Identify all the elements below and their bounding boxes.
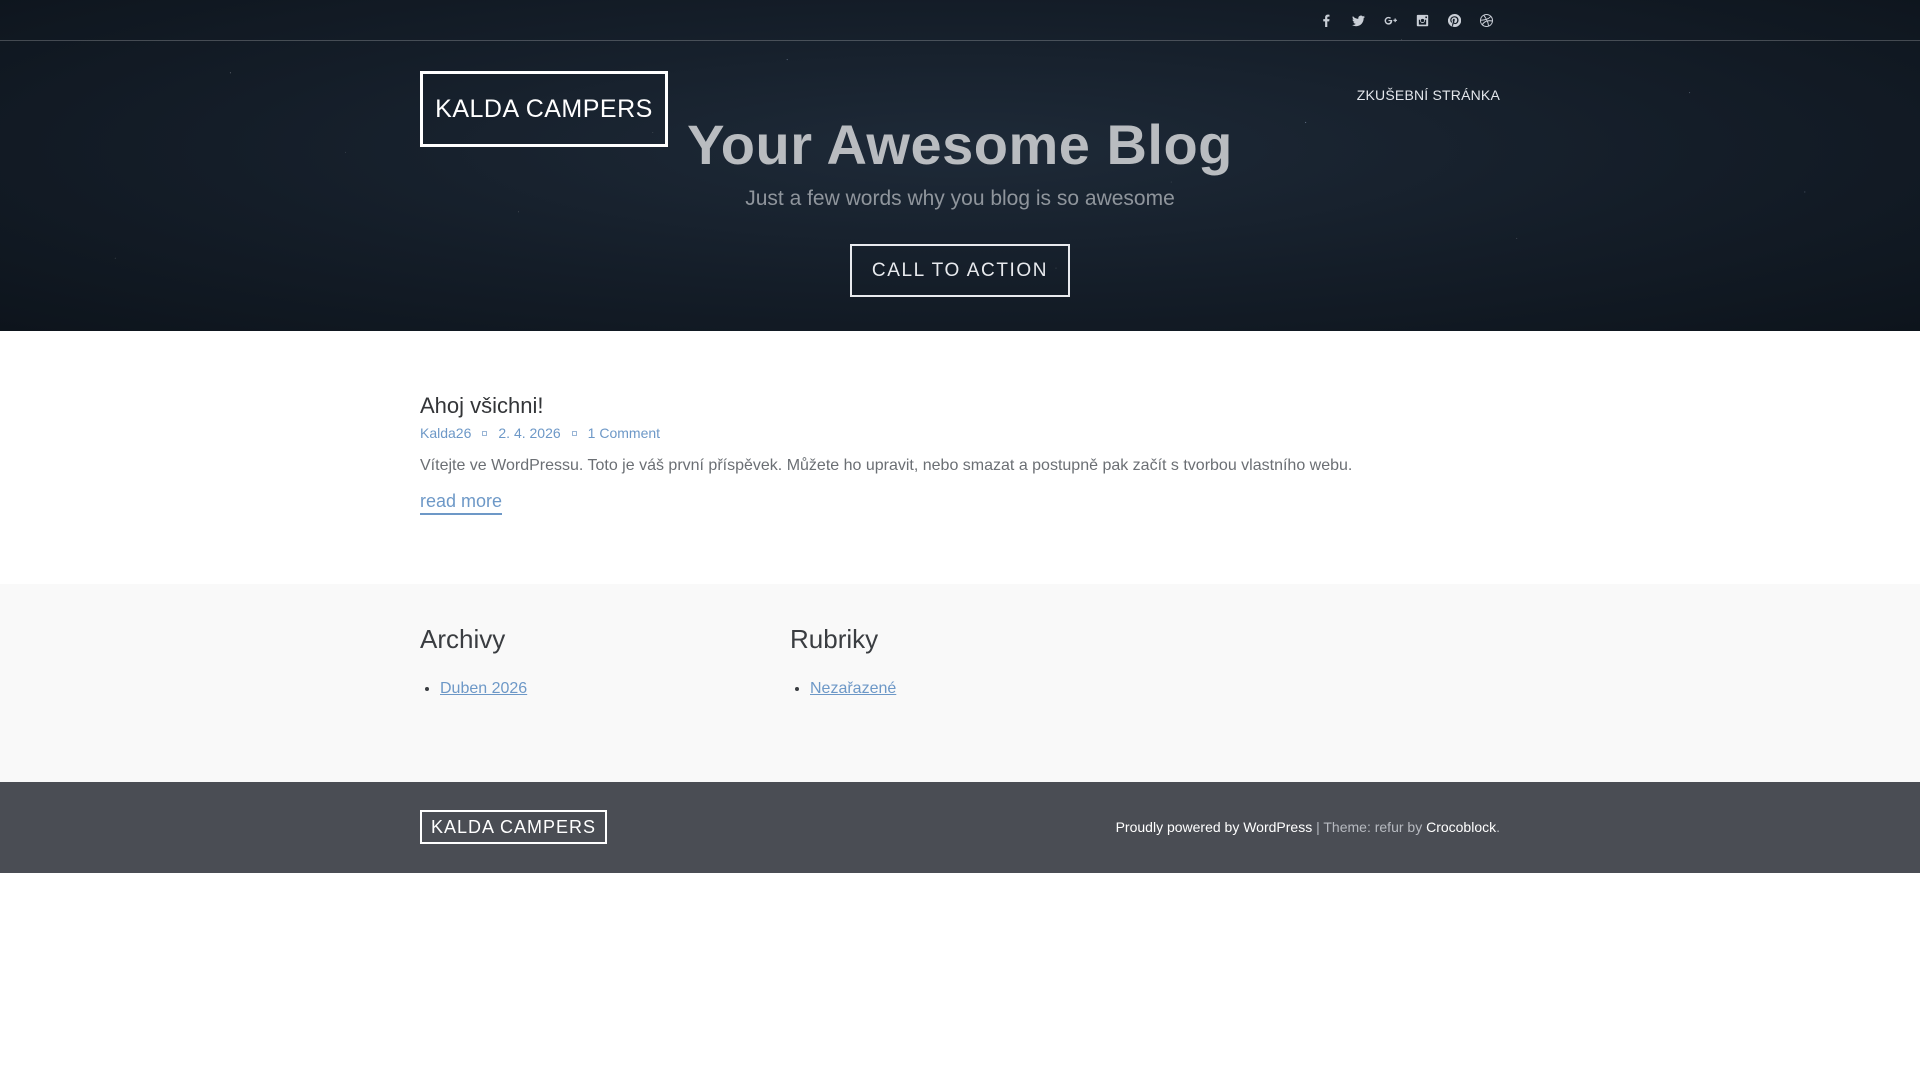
archive-list: Duben 2026 bbox=[420, 680, 527, 698]
post-excerpt: Vítejte ve WordPressu. Toto je váš první… bbox=[420, 457, 1353, 474]
hero-title: Your Awesome Blog bbox=[687, 113, 1233, 176]
list-item: Nezařazené bbox=[810, 680, 896, 698]
wordpress-link[interactable]: Proudly powered by WordPress bbox=[1116, 819, 1313, 835]
pinterest-icon[interactable] bbox=[1438, 10, 1470, 30]
post-meta: Kalda26 2. 4. 2026 1 Comment bbox=[420, 425, 1500, 441]
credits-separator: | bbox=[1312, 819, 1324, 835]
widget-archives: Archivy Duben 2026 bbox=[420, 624, 527, 698]
theme-credit-text: Theme: refur by bbox=[1323, 819, 1427, 835]
footer-widgets: Archivy Duben 2026 Rubriky Nezařazené bbox=[0, 584, 1920, 782]
google-plus-icon[interactable] bbox=[1374, 10, 1406, 30]
facebook-icon[interactable] bbox=[1310, 10, 1342, 30]
category-list: Nezařazené bbox=[790, 680, 896, 698]
meta-separator-icon bbox=[571, 430, 577, 436]
nav-item-zkusebni-stranka[interactable]: ZKUŠEBNÍ STRÁNKA bbox=[1357, 87, 1500, 103]
archive-link[interactable]: Duben 2026 bbox=[440, 680, 527, 697]
post-comments-link[interactable]: 1 Comment bbox=[588, 425, 660, 441]
site-header: KALDA CAMPERS ZKUŠEBNÍ STRÁNKA Your Awes… bbox=[0, 0, 1920, 331]
list-item: Duben 2026 bbox=[440, 680, 527, 698]
post-date-link[interactable]: 2. 4. 2026 bbox=[498, 425, 560, 441]
site-footer: KALDA CAMPERS Proudly powered by WordPre… bbox=[0, 782, 1920, 873]
post-title[interactable]: Ahoj všichni! bbox=[420, 393, 1500, 419]
widget-title: Archivy bbox=[420, 624, 506, 654]
instagram-icon[interactable] bbox=[1406, 10, 1438, 30]
footer-logo[interactable]: KALDA CAMPERS bbox=[420, 810, 608, 844]
read-more-link[interactable]: read more bbox=[420, 491, 503, 515]
crocoblock-link[interactable]: Crocoblock bbox=[1426, 819, 1496, 835]
credits-period: . bbox=[1496, 819, 1500, 835]
top-bar bbox=[0, 0, 1920, 41]
hero-tagline: Just a few words why you blog is so awes… bbox=[745, 187, 1175, 210]
footer-credits: Proudly powered by WordPress | Theme: re… bbox=[1116, 819, 1500, 835]
twitter-icon[interactable] bbox=[1342, 10, 1374, 30]
post-entry: Ahoj všichni! Kalda26 2. 4. 2026 1 Comme… bbox=[420, 393, 1500, 515]
social-links bbox=[1310, 10, 1502, 30]
widget-title: Rubriky bbox=[790, 624, 879, 654]
dribbble-icon[interactable] bbox=[1470, 10, 1502, 30]
category-link[interactable]: Nezařazené bbox=[810, 680, 896, 697]
post-author-link[interactable]: Kalda26 bbox=[420, 425, 471, 441]
widget-categories: Rubriky Nezařazené bbox=[790, 624, 896, 698]
call-to-action-button[interactable]: CALL TO ACTION bbox=[850, 244, 1070, 297]
meta-separator-icon bbox=[482, 430, 488, 436]
